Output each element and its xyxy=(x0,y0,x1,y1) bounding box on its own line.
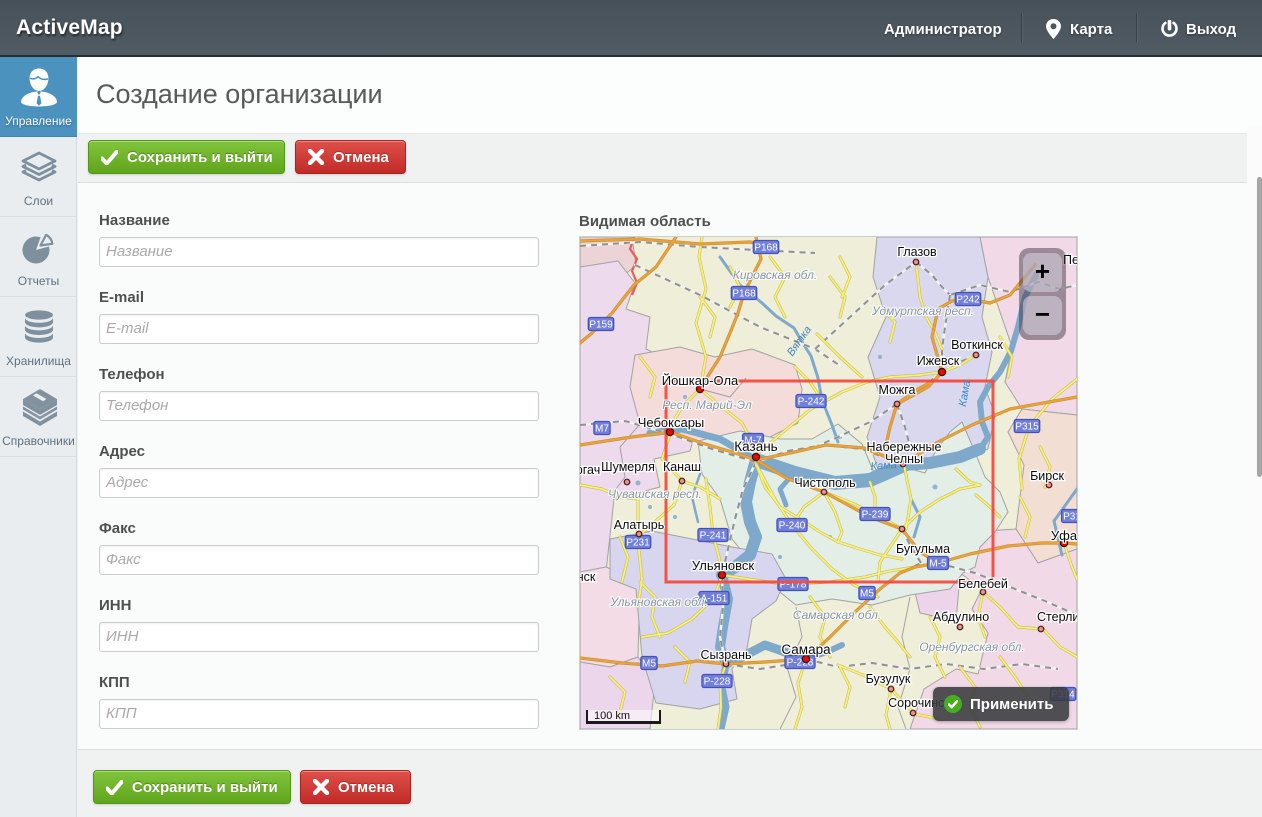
svg-text:Р-228: Р-228 xyxy=(704,677,731,688)
svg-text:Р-242: Р-242 xyxy=(798,397,825,408)
svg-text:Р231: Р231 xyxy=(626,538,650,549)
svg-text:Можга: Можга xyxy=(879,383,916,397)
svg-text:Белебей: Белебей xyxy=(958,577,1008,591)
svg-text:Стерлита: Стерлита xyxy=(1037,610,1077,624)
svg-text:Р159: Р159 xyxy=(589,320,613,331)
svg-text:Респ. Марий-Эл: Респ. Марий-Эл xyxy=(662,398,752,412)
svg-text:Чебоксары: Чебоксары xyxy=(638,415,705,430)
svg-text:М-5: М-5 xyxy=(929,559,947,570)
svg-text:Ижевск: Ижевск xyxy=(917,354,960,368)
svg-text:Шумерля: Шумерля xyxy=(601,460,655,474)
svg-text:Алатырь: Алатырь xyxy=(614,518,664,532)
svg-text:Воткинск: Воткинск xyxy=(951,338,1003,352)
svg-text:Сызрань: Сызрань xyxy=(700,648,751,662)
svg-text:Бирск: Бирск xyxy=(1030,469,1064,483)
svg-text:Ульяновская обл.: Ульяновская обл. xyxy=(609,595,707,609)
svg-text:Кировская обл.: Кировская обл. xyxy=(733,268,817,282)
svg-text:Канаш: Канаш xyxy=(663,460,701,474)
svg-text:Самара: Самара xyxy=(781,642,831,657)
svg-text:Р168: Р168 xyxy=(754,243,778,254)
svg-text:Р-239: Р-239 xyxy=(862,510,889,521)
svg-text:Бугульма: Бугульма xyxy=(896,542,950,556)
svg-text:Самарская обл.: Самарская обл. xyxy=(793,608,881,622)
svg-text:Оренбургская обл.: Оренбургская обл. xyxy=(919,640,1025,654)
svg-text:Р168: Р168 xyxy=(732,289,756,300)
svg-text:Йошкар-Ола: Йошкар-Ола xyxy=(662,373,739,388)
svg-text:М7: М7 xyxy=(595,424,609,435)
svg-text:Ульяновск: Ульяновск xyxy=(692,558,754,573)
svg-text:Глазов: Глазов xyxy=(897,245,937,259)
svg-text:Чувашская респ.: Чувашская респ. xyxy=(608,487,702,501)
svg-text:Бузулук: Бузулук xyxy=(866,672,911,686)
svg-text:Удмуртская респ.: Удмуртская респ. xyxy=(871,304,974,318)
svg-text:нск: нск xyxy=(580,570,596,584)
svg-text:Казань: Казань xyxy=(734,439,777,454)
svg-text:Р31: Р31 xyxy=(1063,512,1077,523)
svg-text:Р315: Р315 xyxy=(1015,422,1039,433)
svg-text:М5: М5 xyxy=(860,589,874,600)
svg-text:Р-241: Р-241 xyxy=(700,531,727,542)
svg-text:Сергач: Сергач xyxy=(580,463,600,477)
svg-text:М5: М5 xyxy=(642,659,656,670)
svg-text:Р-240: Р-240 xyxy=(779,521,806,532)
svg-text:Чистополь: Чистополь xyxy=(794,476,855,490)
svg-text:Челны: Челны xyxy=(885,452,923,466)
svg-text:Абдулино: Абдулино xyxy=(933,610,989,624)
svg-text:Уфа: Уфа xyxy=(1051,528,1077,543)
